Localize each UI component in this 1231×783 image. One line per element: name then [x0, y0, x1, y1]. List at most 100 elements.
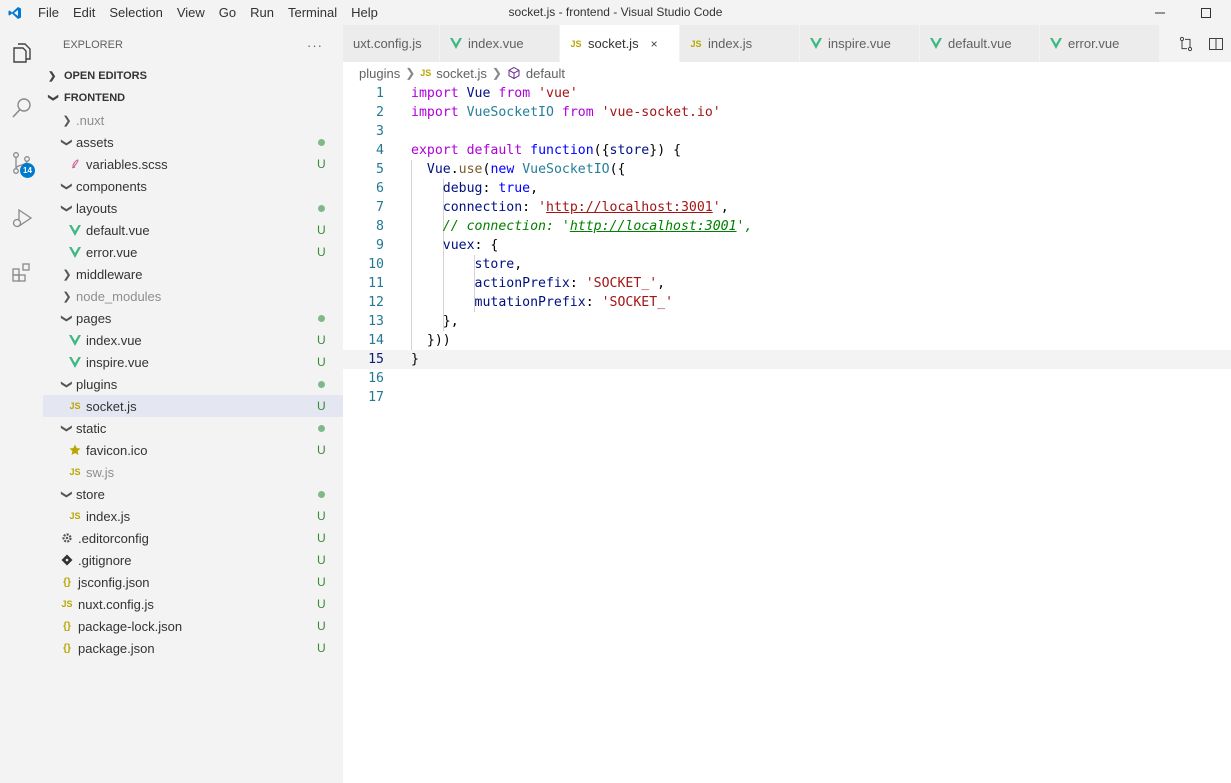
- file-item[interactable]: index.vue U: [43, 329, 343, 351]
- activity-explorer[interactable]: [0, 25, 43, 80]
- tab-index-vue[interactable]: index.vue: [440, 25, 560, 62]
- file-item[interactable]: JS index.js U: [43, 505, 343, 527]
- project-section[interactable]: ❯ FRONTEND: [43, 87, 343, 109]
- menu-go[interactable]: Go: [212, 0, 243, 25]
- file-item[interactable]: default.vue U: [43, 219, 343, 241]
- open-editors-section[interactable]: ❯ OPEN EDITORS: [43, 65, 343, 87]
- tab-socket-js[interactable]: JS socket.js ×: [560, 25, 680, 62]
- vscode-logo-icon: [8, 6, 22, 20]
- js-file-icon: JS: [61, 599, 73, 609]
- modified-dot-icon: [318, 425, 325, 432]
- folder-item[interactable]: ❯ node_modules: [43, 285, 343, 307]
- file-item[interactable]: JS sw.js: [43, 461, 343, 483]
- code-token: Vue: [466, 86, 491, 101]
- folder-item[interactable]: ❯ plugins: [43, 373, 343, 395]
- vue-file-icon: [810, 38, 822, 50]
- code-line: 9 vuex: {: [343, 236, 1231, 255]
- menu-view[interactable]: View: [170, 0, 212, 25]
- file-name-label: store: [76, 486, 105, 502]
- file-item[interactable]: inspire.vue U: [43, 351, 343, 373]
- tab-error-vue[interactable]: error.vue: [1040, 25, 1160, 62]
- file-item[interactable]: .gitignore U: [43, 549, 343, 571]
- menu-help[interactable]: Help: [344, 0, 385, 25]
- tab-default-vue[interactable]: default.vue: [920, 25, 1040, 62]
- file-item[interactable]: {} jsconfig.json U: [43, 571, 343, 593]
- menu-run[interactable]: Run: [243, 0, 281, 25]
- maximize-button[interactable]: [1183, 0, 1229, 25]
- tab-index-js[interactable]: JS index.js: [680, 25, 800, 62]
- breadcrumb-file[interactable]: socket.js: [436, 66, 487, 81]
- explorer-header: EXPLORER ···: [43, 25, 343, 65]
- breadcrumb: plugins ❯ JS socket.js ❯ default: [359, 62, 565, 84]
- file-name-label: variables.scss: [86, 156, 168, 172]
- code-token: VueSocketIO: [522, 162, 610, 177]
- git-icon: [60, 553, 74, 567]
- file-name-label: layouts: [76, 200, 118, 216]
- file-name-label: socket.js: [86, 398, 137, 414]
- activity-search[interactable]: [0, 80, 43, 135]
- file-item[interactable]: {} package-lock.json U: [43, 615, 343, 637]
- open-editors-label: OPEN EDITORS: [64, 70, 147, 82]
- explorer-more-actions[interactable]: ···: [307, 38, 323, 53]
- folder-item[interactable]: ❯ middleware: [43, 263, 343, 285]
- file-item[interactable]: JS nuxt.config.js U: [43, 593, 343, 615]
- code-token: actionPrefix: [474, 276, 570, 291]
- code-token: ({: [609, 162, 626, 177]
- code-line: 12 mutationPrefix: 'SOCKET_': [343, 293, 1231, 312]
- menu-edit[interactable]: Edit: [66, 0, 102, 25]
- star-icon: [68, 443, 82, 457]
- git-status-untracked: U: [317, 619, 326, 633]
- file-item[interactable]: .editorconfig U: [43, 527, 343, 549]
- close-icon[interactable]: ×: [651, 37, 658, 51]
- menu-file[interactable]: File: [31, 0, 66, 25]
- breadcrumb-folder[interactable]: plugins: [359, 66, 400, 81]
- line-number: 13: [368, 314, 384, 329]
- minimize-button[interactable]: [1137, 0, 1183, 25]
- tab-inspire-vue[interactable]: inspire.vue: [800, 25, 920, 62]
- code-editor[interactable]: 1 import Vue from 'vue' 2 import VueSocketI…: [343, 84, 1231, 783]
- activity-run-debug[interactable]: [0, 190, 43, 245]
- code-token: true: [498, 181, 531, 196]
- breadcrumb-symbol[interactable]: default: [526, 66, 565, 81]
- file-item[interactable]: error.vue U: [43, 241, 343, 263]
- open-changes-icon[interactable]: [1178, 36, 1194, 52]
- tab-label: uxt.config.js: [353, 36, 422, 51]
- folder-item[interactable]: ❯ layouts: [43, 197, 343, 219]
- modified-dot-icon: [318, 315, 325, 322]
- file-item[interactable]: favicon.ico U: [43, 439, 343, 461]
- file-name-label: inspire.vue: [86, 354, 149, 370]
- git-status-untracked: U: [317, 443, 326, 457]
- modified-dot-icon: [318, 491, 325, 498]
- file-name-label: package.json: [78, 640, 155, 656]
- code-text: // connection: 'http://localhost:3001',: [411, 217, 753, 236]
- folder-item[interactable]: ❯ assets: [43, 131, 343, 153]
- code-token: ,: [720, 200, 729, 215]
- chevron-down-icon: ❯: [60, 203, 73, 213]
- file-item[interactable]: {} package.json U: [43, 637, 343, 659]
- code-line: 7 connection: 'http://localhost:3001',: [343, 198, 1231, 217]
- code-text: vuex: {: [411, 236, 499, 255]
- extensions-icon: [11, 262, 30, 282]
- folder-item[interactable]: ❯ .nuxt: [43, 109, 343, 131]
- folder-item[interactable]: ❯ store: [43, 483, 343, 505]
- line-number: 16: [368, 371, 384, 386]
- folder-item[interactable]: ❯ static: [43, 417, 343, 439]
- file-item[interactable]: variables.scss U: [43, 153, 343, 175]
- menu-selection[interactable]: Selection: [102, 0, 169, 25]
- folder-item[interactable]: ❯ components: [43, 175, 343, 197]
- chevron-down-icon: ❯: [60, 379, 73, 389]
- code-line: 13 },: [343, 312, 1231, 331]
- activity-extensions[interactable]: [0, 245, 43, 300]
- json-file-icon: {}: [63, 620, 71, 632]
- tab-uxt-config-js[interactable]: uxt.config.js: [343, 25, 440, 62]
- split-editor-icon[interactable]: [1208, 36, 1224, 52]
- menu-terminal[interactable]: Terminal: [281, 0, 344, 25]
- code-line: 15}: [343, 350, 1231, 369]
- activity-source-control[interactable]: 14: [0, 135, 43, 190]
- folder-item[interactable]: ❯ pages: [43, 307, 343, 329]
- file-item[interactable]: JS socket.js U: [43, 395, 343, 417]
